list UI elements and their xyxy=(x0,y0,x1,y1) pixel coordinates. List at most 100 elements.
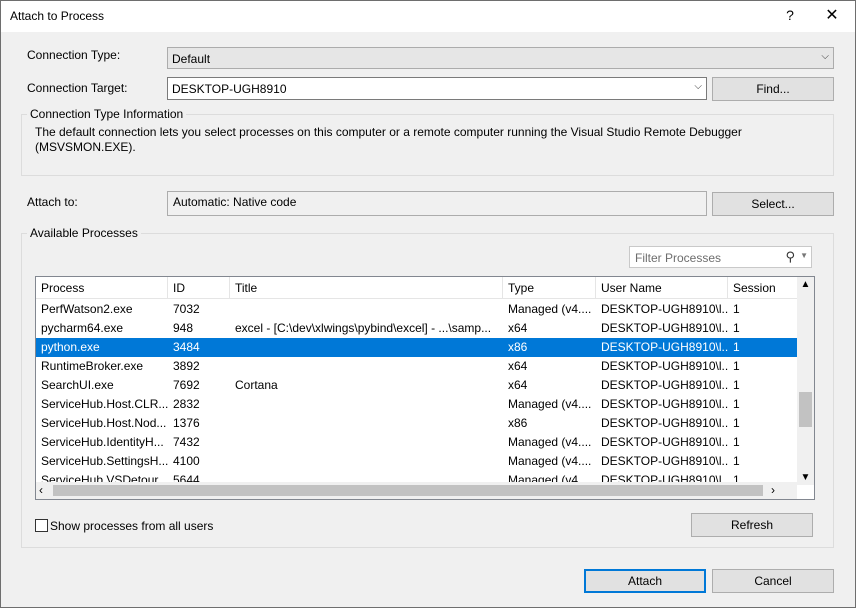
table-row[interactable]: pycharm64.exe 948 excel - [C:\dev\xlwings\… xyxy=(36,319,797,338)
cell-id: 2832 xyxy=(173,397,200,411)
cell-id: 7692 xyxy=(173,378,200,392)
cell-user-name: DESKTOP-UGH8910\l... xyxy=(601,340,728,354)
table-row[interactable]: ServiceHub.Host.CLR.... 2832 Managed (v4..… xyxy=(36,395,797,414)
cell-session: 1 xyxy=(733,359,740,373)
cell-id: 3484 xyxy=(173,340,200,354)
cell-user-name: DESKTOP-UGH8910\l... xyxy=(601,359,728,373)
scroll-right-icon[interactable]: › xyxy=(771,483,775,497)
cell-process: SearchUI.exe xyxy=(41,378,114,392)
attach-to-process-dialog: Attach to Process ? ✕ Connection Type: D… xyxy=(0,0,856,608)
cell-title: Cortana xyxy=(235,378,278,392)
search-icon[interactable]: ⚲ xyxy=(785,249,795,265)
chevron-down-icon[interactable]: ⌵ xyxy=(694,81,702,92)
vertical-scroll-thumb[interactable] xyxy=(799,392,812,427)
table-row[interactable]: ServiceHub.IdentityH... 7432 Managed (v4..… xyxy=(36,433,797,452)
filter-processes-input[interactable]: Filter Processes ⚲ ▼ xyxy=(629,246,812,268)
cell-id: 948 xyxy=(173,321,194,335)
table-row[interactable]: SearchUI.exe 7692 Cortana x64 DESKTOP-UGH891… xyxy=(36,376,797,395)
find-button[interactable]: Find... xyxy=(712,77,834,101)
cell-type: x64 xyxy=(508,378,528,392)
cell-process: RuntimeBroker.exe xyxy=(41,359,144,373)
help-button[interactable]: ? xyxy=(784,7,796,23)
cell-user-name: DESKTOP-UGH8910\l... xyxy=(601,435,728,449)
cell-type: x64 xyxy=(508,321,528,335)
show-all-users-checkbox[interactable] xyxy=(35,519,48,532)
table-row[interactable]: python.exe 3484 x86 DESKTOP-UGH8910\l... 1 xyxy=(36,338,797,357)
cell-id: 3892 xyxy=(173,359,200,373)
column-header-type[interactable]: Type xyxy=(503,277,596,299)
process-rows: PerfWatson2.exe 7032 Managed (v4.... DESKTO… xyxy=(36,300,797,485)
scroll-up-icon[interactable]: ▲ xyxy=(797,279,814,290)
refresh-button[interactable]: Refresh xyxy=(691,513,813,537)
table-row[interactable]: RuntimeBroker.exe 3892 x64 DESKTOP-UGH8910\… xyxy=(36,357,797,376)
cell-session: 1 xyxy=(733,397,740,411)
connection-target-label: Connection Target: xyxy=(27,81,128,95)
connection-target-input[interactable]: DESKTOP-UGH8910 ⌵ xyxy=(167,77,707,100)
cell-type: Managed (v4.... xyxy=(508,302,592,316)
connection-info-text: The default connection lets you select p… xyxy=(35,125,742,154)
cell-user-name: DESKTOP-UGH8910\l... xyxy=(601,302,728,316)
column-header-title[interactable]: Title xyxy=(230,277,503,299)
cell-process: ServiceHub.Host.Nod... xyxy=(41,416,167,430)
cell-process: PerfWatson2.exe xyxy=(41,302,133,316)
cell-session: 1 xyxy=(733,435,740,449)
vertical-scrollbar[interactable]: ▲ ▼ xyxy=(797,277,814,485)
cell-process: ServiceHub.Host.CLR.... xyxy=(41,397,168,411)
cell-process: python.exe xyxy=(41,340,100,354)
attach-to-label: Attach to: xyxy=(27,195,78,209)
cell-session: 1 xyxy=(733,416,740,430)
available-processes-title: Available Processes xyxy=(27,226,141,240)
cell-type: Managed (v4.... xyxy=(508,397,592,411)
scroll-down-icon[interactable]: ▼ xyxy=(797,472,814,483)
column-header-id[interactable]: ID xyxy=(168,277,230,299)
cell-process: ServiceHub.SettingsH... xyxy=(41,454,168,468)
cell-id: 4100 xyxy=(173,454,200,468)
connection-info-title: Connection Type Information xyxy=(27,107,187,121)
show-all-users-label[interactable]: Show processes from all users xyxy=(50,519,213,533)
cell-type: Managed (v4.... xyxy=(508,435,592,449)
table-row[interactable]: ServiceHub.SettingsH... 4100 Managed (v4..… xyxy=(36,452,797,471)
cell-session: 1 xyxy=(733,321,740,335)
title-bar: Attach to Process ? ✕ xyxy=(1,1,855,32)
cell-user-name: DESKTOP-UGH8910\l... xyxy=(601,378,728,392)
cell-session: 1 xyxy=(733,302,740,316)
cancel-button[interactable]: Cancel xyxy=(712,569,834,593)
process-list[interactable]: Process ID Title Type User Name Session … xyxy=(35,276,815,500)
connection-type-dropdown[interactable]: Default ⌵ xyxy=(167,47,834,69)
attach-button[interactable]: Attach xyxy=(584,569,706,593)
column-header-session[interactable]: Session xyxy=(728,277,797,299)
column-header-user-name[interactable]: User Name xyxy=(596,277,728,299)
cell-type: Managed (v4.... xyxy=(508,454,592,468)
horizontal-scrollbar[interactable]: ‹ › xyxy=(36,482,797,499)
process-list-header: Process ID Title Type User Name Session xyxy=(36,277,797,299)
cell-session: 1 xyxy=(733,340,740,354)
cell-type: x86 xyxy=(508,340,528,354)
cell-user-name: DESKTOP-UGH8910\l... xyxy=(601,397,728,411)
connection-type-label: Connection Type: xyxy=(27,48,121,62)
connection-target-value: DESKTOP-UGH8910 xyxy=(172,82,287,96)
scroll-left-icon[interactable]: ‹ xyxy=(39,483,43,497)
cell-id: 1376 xyxy=(173,416,200,430)
cell-id: 7032 xyxy=(173,302,200,316)
cell-type: x64 xyxy=(508,359,528,373)
cell-user-name: DESKTOP-UGH8910\l... xyxy=(601,416,728,430)
cell-id: 7432 xyxy=(173,435,200,449)
cell-session: 1 xyxy=(733,378,740,392)
cell-type: x86 xyxy=(508,416,528,430)
chevron-down-icon: ⌵ xyxy=(821,51,829,62)
table-row[interactable]: PerfWatson2.exe 7032 Managed (v4.... DESKTO… xyxy=(36,300,797,319)
cell-user-name: DESKTOP-UGH8910\l... xyxy=(601,454,728,468)
select-button[interactable]: Select... xyxy=(712,192,834,216)
column-header-process[interactable]: Process xyxy=(36,277,168,299)
window-title: Attach to Process xyxy=(10,9,105,23)
filter-placeholder: Filter Processes xyxy=(635,251,722,265)
cell-process: ServiceHub.IdentityH... xyxy=(41,435,164,449)
table-row[interactable]: ServiceHub.Host.Nod... 1376 x86 DESKTOP-UGH… xyxy=(36,414,797,433)
close-button[interactable]: ✕ xyxy=(824,5,840,25)
attach-to-field: Automatic: Native code xyxy=(167,191,707,216)
cell-session: 1 xyxy=(733,454,740,468)
horizontal-scroll-thumb[interactable] xyxy=(53,485,763,496)
cell-process: pycharm64.exe xyxy=(41,321,124,335)
cell-title: excel - [C:\dev\xlwings\pybind\excel] - … xyxy=(235,321,492,335)
chevron-down-icon[interactable]: ▼ xyxy=(800,251,808,260)
